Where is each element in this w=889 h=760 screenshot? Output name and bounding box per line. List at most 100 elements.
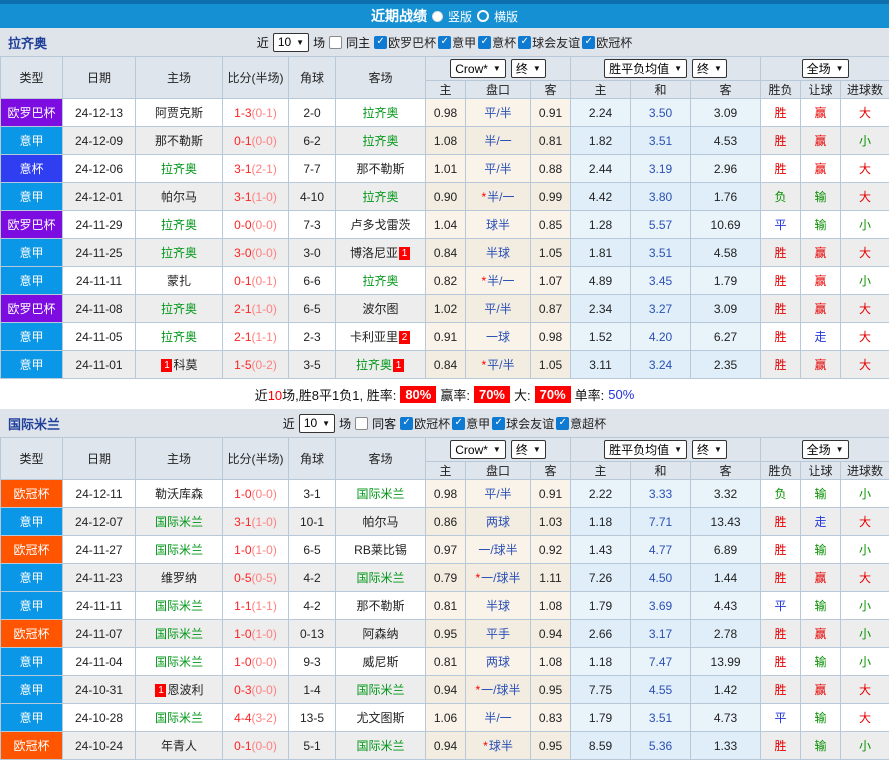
odds-source-select[interactable]: Crow*▼ [450, 59, 506, 78]
team-name[interactable]: 威尼斯 [362, 655, 398, 669]
radio-vertical-label[interactable]: 竖版 [448, 8, 472, 25]
team-name[interactable]: 卡利亚里 [350, 330, 398, 344]
team-name[interactable]: 阿贾克斯 [155, 106, 203, 120]
result-cell: 平 [761, 704, 801, 732]
checkbox-checked-icon[interactable]: ✓ [374, 36, 387, 49]
league-filter-item[interactable]: ✓球会友谊 [518, 34, 580, 51]
team-name[interactable]: 蒙扎 [167, 274, 191, 288]
avg-draw-cell: 3.51 [631, 127, 691, 155]
checkbox-checked-icon[interactable]: ✓ [582, 36, 595, 49]
period-select[interactable]: 全场▼ [802, 59, 849, 78]
period-select[interactable]: 全场▼ [802, 440, 849, 459]
checkbox-checked-icon[interactable]: ✓ [478, 36, 491, 49]
team-name[interactable]: 拉齐奥 [362, 106, 398, 120]
team-name[interactable]: 年青人 [161, 739, 197, 753]
checkbox-checked-icon[interactable]: ✓ [452, 417, 465, 430]
team-name[interactable]: 拉齐奥 [161, 246, 197, 260]
fulltime-score: 0-1 [234, 274, 251, 288]
handicap-result-cell: 输 [801, 183, 841, 211]
avg-draw-cell: 3.19 [631, 155, 691, 183]
checkbox-checked-icon[interactable]: ✓ [438, 36, 451, 49]
team-name[interactable]: 国际米兰 [155, 543, 203, 557]
goals-cell: 小 [841, 648, 889, 676]
team-name[interactable]: 国际米兰 [356, 683, 404, 697]
radio-horizontal-label[interactable]: 横版 [494, 8, 518, 25]
team-name[interactable]: 那不勒斯 [356, 162, 404, 176]
team-name[interactable]: 那不勒斯 [155, 134, 203, 148]
team-name[interactable]: 拉齐奥 [356, 358, 392, 372]
team-name[interactable]: 拉齐奥 [362, 190, 398, 204]
handicap-value: 半球 [486, 246, 510, 260]
league-filter-item[interactable]: ✓意甲 [438, 34, 476, 51]
checkbox-checked-icon[interactable]: ✓ [400, 417, 413, 430]
avg-final-select[interactable]: 终▼ [692, 440, 727, 459]
checkbox-checked-icon[interactable]: ✓ [556, 417, 569, 430]
team-name[interactable]: 国际米兰 [356, 571, 404, 585]
same-venue-checkbox[interactable] [329, 36, 342, 49]
team-name[interactable]: 拉齐奥 [161, 330, 197, 344]
same-venue-label[interactable]: 同客 [372, 415, 396, 432]
team-name[interactable]: 国际米兰 [155, 711, 203, 725]
avg-home-cell: 1.18 [571, 648, 631, 676]
team-name[interactable]: 帕尔马 [362, 515, 398, 529]
team-name[interactable]: 那不勒斯 [356, 599, 404, 613]
fulltime-score: 2-1 [234, 330, 251, 344]
team-name[interactable]: 勒沃库森 [155, 487, 203, 501]
league-filter-item[interactable]: ✓意杯 [478, 34, 516, 51]
away-team-cell: RB莱比锡 [336, 536, 426, 564]
league-filter-item[interactable]: ✓欧罗巴杯 [374, 34, 436, 51]
match-count-select[interactable]: 10 ▼ [299, 414, 335, 433]
avg-draw-cell: 5.57 [631, 211, 691, 239]
team-name[interactable]: 维罗纳 [161, 571, 197, 585]
league-filter-item[interactable]: ✓意甲 [452, 415, 490, 432]
team-name[interactable]: 国际米兰 [356, 487, 404, 501]
odds-final-select[interactable]: 终▼ [511, 440, 546, 459]
avg-home-cell: 2.44 [571, 155, 631, 183]
halftime-score: (0-1) [252, 106, 277, 120]
goals-cell: 大 [841, 564, 889, 592]
team-name[interactable]: 国际米兰 [155, 515, 203, 529]
odds-source-select[interactable]: Crow*▼ [450, 440, 506, 459]
goals-cell: 大 [841, 323, 889, 351]
team-name[interactable]: 博洛尼亚 [350, 246, 398, 260]
away-team-cell: 卡利亚里2 [336, 323, 426, 351]
avg-source-select[interactable]: 胜平负均值▼ [604, 59, 687, 78]
team-name[interactable]: 尤文图斯 [356, 711, 404, 725]
team-name[interactable]: 拉齐奥 [362, 274, 398, 288]
same-venue-label[interactable]: 同主 [346, 34, 370, 51]
team-name[interactable]: 拉齐奥 [161, 218, 197, 232]
match-count-select[interactable]: 10 ▼ [273, 33, 309, 52]
team-name[interactable]: RB莱比锡 [354, 543, 407, 557]
team-name[interactable]: 科莫 [173, 358, 197, 372]
team-name[interactable]: 波尔图 [362, 302, 398, 316]
team-name[interactable]: 国际米兰 [356, 739, 404, 753]
odds-final-select[interactable]: 终▼ [511, 59, 546, 78]
team-name[interactable]: 国际米兰 [155, 627, 203, 641]
date-cell: 24-12-07 [63, 508, 136, 536]
league-filter-item[interactable]: ✓欧冠杯 [582, 34, 632, 51]
league-filter-item[interactable]: ✓意超杯 [556, 415, 606, 432]
team-name[interactable]: 阿森纳 [362, 627, 398, 641]
corners-cell: 7-3 [289, 211, 336, 239]
team-name[interactable]: 国际米兰 [155, 655, 203, 669]
league-filter-item[interactable]: ✓欧冠杯 [400, 415, 450, 432]
avg-source-select[interactable]: 胜平负均值▼ [604, 440, 687, 459]
team-name[interactable]: 国际米兰 [155, 599, 203, 613]
team-name[interactable]: 拉齐奥 [362, 134, 398, 148]
team-name[interactable]: 拉齐奥 [161, 162, 197, 176]
page-title: 近期战绩 [371, 6, 427, 26]
radio-vertical-selected-icon[interactable] [432, 11, 443, 22]
team-name[interactable]: 帕尔马 [161, 190, 197, 204]
team-name[interactable]: 拉齐奥 [161, 302, 197, 316]
league-filter-item[interactable]: ✓球会友谊 [492, 415, 554, 432]
checkbox-checked-icon[interactable]: ✓ [518, 36, 531, 49]
matches-table: 类型 日期 主场 比分(半场) 角球 客场 Crow*▼ 终▼ 胜平负均值▼ 终… [0, 56, 889, 379]
same-venue-checkbox[interactable] [355, 417, 368, 430]
odds-home-cell: 0.97 [426, 536, 466, 564]
col-score: 比分(半场) [223, 438, 289, 480]
team-name[interactable]: 恩波利 [167, 683, 203, 697]
avg-final-select[interactable]: 终▼ [692, 59, 727, 78]
checkbox-checked-icon[interactable]: ✓ [492, 417, 505, 430]
radio-horizontal-icon[interactable] [477, 10, 489, 22]
team-name[interactable]: 卢多戈雷茨 [350, 218, 410, 232]
